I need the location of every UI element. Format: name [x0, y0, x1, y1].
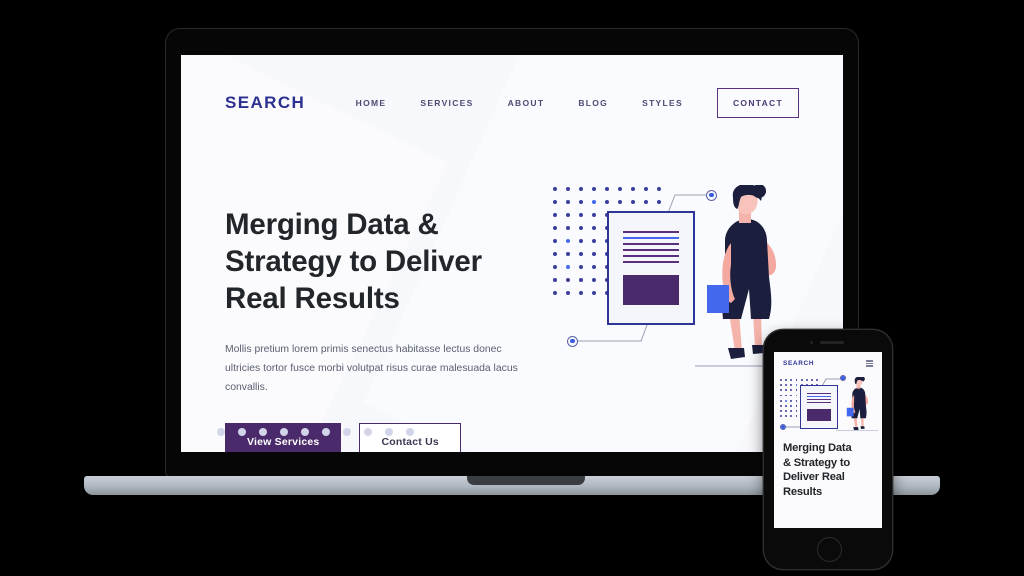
phone-connector-node-bottom: [780, 424, 786, 430]
nav-link-home[interactable]: HOME: [339, 98, 404, 108]
laptop-mockup: SEARCH HOME SERVICES ABOUT BLOG STYLES C…: [84, 29, 940, 495]
document-line: [623, 249, 679, 252]
nav-links: HOME SERVICES ABOUT BLOG STYLES CONTACT: [339, 88, 799, 118]
nav-contact-button[interactable]: CONTACT: [716, 88, 799, 118]
phone-screen: SEARCH Merging Data & Strategy to Delive…: [774, 352, 882, 528]
phone-headline: Merging Data & Strategy to Deliver Real …: [783, 441, 873, 499]
headline-line-3: Real Results: [225, 281, 400, 315]
document-line: [623, 243, 679, 246]
hero-copy: Merging Data & Strategy to Deliver Real …: [225, 207, 543, 452]
document-line: [623, 261, 679, 264]
site-logo[interactable]: SEARCH: [225, 93, 305, 113]
hero-section: Merging Data & Strategy to Deliver Real …: [181, 151, 843, 452]
headline-line-1: Merging Data &: [225, 208, 439, 241]
hero-headline: Merging Data & Strategy to Deliver Real …: [225, 207, 543, 318]
phone-speaker: [820, 341, 844, 344]
phone-navbar: SEARCH: [774, 352, 882, 367]
document-line-highlight: [807, 396, 831, 398]
phone-woman-figure: [846, 377, 869, 431]
phone-headline-line-1: Merging Data: [783, 442, 852, 454]
mockup-scene: SEARCH HOME SERVICES ABOUT BLOG STYLES C…: [0, 0, 1024, 576]
bottom-dot-row: [217, 428, 414, 436]
laptop-screen: SEARCH HOME SERVICES ABOUT BLOG STYLES C…: [181, 55, 843, 452]
document-line: [807, 402, 831, 404]
document-block: [807, 409, 831, 421]
document-card: [607, 211, 695, 325]
document-line: [807, 393, 831, 395]
phone-mockup: SEARCH Merging Data & Strategy to Delive…: [764, 330, 892, 569]
document-line: [807, 399, 831, 401]
nav-link-styles[interactable]: STYLES: [625, 98, 700, 108]
hero-subcopy: Mollis pretium lorem primis senectus hab…: [225, 343, 518, 394]
connector-node-bottom: [567, 335, 578, 347]
phone-headline-line-4: Results: [783, 485, 823, 498]
phone-headline-line-3: Deliver Real: [783, 471, 845, 484]
nav-link-services[interactable]: SERVICES: [403, 98, 490, 108]
document-line-highlight: [623, 237, 679, 240]
site-navbar: SEARCH HOME SERVICES ABOUT BLOG STYLES C…: [181, 55, 843, 151]
laptop-base-notch: [467, 476, 585, 485]
headline-line-2: Strategy to Deliver: [225, 244, 482, 278]
document-line: [623, 231, 679, 234]
hamburger-icon[interactable]: [866, 360, 873, 367]
phone-home-button[interactable]: [816, 537, 842, 562]
document-line: [623, 255, 679, 258]
phone-illustration: [774, 373, 882, 435]
website-page: SEARCH HOME SERVICES ABOUT BLOG STYLES C…: [181, 55, 843, 452]
phone-logo[interactable]: SEARCH: [783, 360, 814, 367]
nav-link-blog[interactable]: BLOG: [561, 98, 625, 108]
phone-document-card: [800, 385, 838, 429]
phone-ground-line: [836, 430, 878, 432]
document-block: [623, 275, 679, 305]
nav-link-about[interactable]: ABOUT: [491, 98, 562, 108]
phone-headline-line-2: & Strategy to: [783, 456, 851, 469]
